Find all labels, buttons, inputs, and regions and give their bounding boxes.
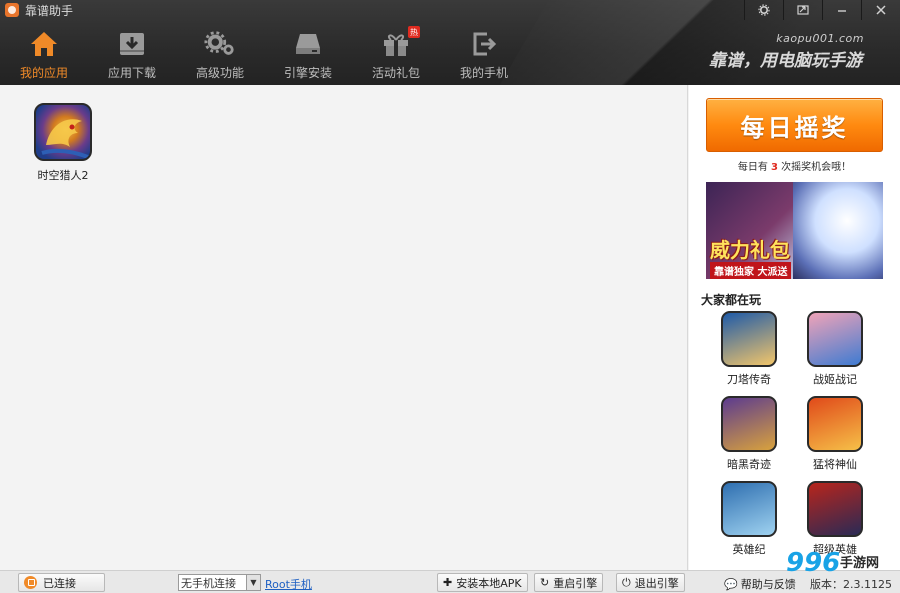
nav-label: 我的手机 (459, 66, 508, 80)
device-select-value: 无手机连接 (181, 576, 236, 590)
right-sidebar: 每日摇奖 每日有 3 次摇奖机会哦！ 威力礼包 靠谱独家 大派送 大家都在玩 刀… (689, 85, 900, 570)
restart-engine-label: 重启引擎 (553, 576, 598, 590)
refresh-icon: ↻ (540, 576, 550, 589)
lottery-note: 每日有 3 次摇奖机会哦！ (706, 158, 883, 173)
close-button[interactable] (861, 0, 900, 20)
root-phone-link[interactable]: Root手机 (265, 576, 312, 592)
app-logo-icon (5, 3, 19, 17)
minimize-icon (838, 10, 846, 12)
nav-engine-install[interactable]: 引擎安装 (264, 24, 352, 85)
popular-game-name: 猛将神仙 (813, 458, 857, 471)
popular-game-item[interactable]: 刀塔传奇 (709, 311, 789, 387)
install-apk-label: 安装本地APK (456, 576, 522, 590)
gear-icon (758, 4, 770, 16)
app-tile[interactable]: 时空猎人2 (30, 103, 96, 183)
popular-game-name: 英雄纪 (732, 543, 766, 556)
window-controls (744, 0, 900, 20)
power-icon: ⏻ (622, 575, 631, 589)
gift-banner[interactable]: 威力礼包 靠谱独家 大派送 (706, 182, 883, 279)
nav-my-phone[interactable]: 我的手机 (440, 24, 528, 85)
nav-activity-gift[interactable]: 热 活动礼包 (352, 24, 440, 85)
popular-game-item[interactable]: 暗黑奇迹 (709, 396, 789, 472)
banner-title: 威力礼包 (710, 238, 790, 262)
popular-game-name: 刀塔传奇 (727, 373, 771, 386)
popular-game-item[interactable]: 英雄纪 (709, 481, 789, 557)
game-icon (807, 481, 863, 537)
dragon-game-icon (34, 103, 92, 161)
popular-section-title: 大家都在玩 (701, 293, 762, 307)
nav-label: 高级功能 (195, 66, 244, 80)
exit-engine-button[interactable]: ⏻ 退出引擎 (616, 573, 685, 592)
game-icon (807, 311, 863, 367)
version-text: 版本：2.3.1125 (810, 578, 892, 591)
lottery-note-prefix: 每日有 (737, 162, 768, 173)
exit-icon (468, 28, 500, 60)
banner-subtitle: 靠谱独家 大派送 (710, 262, 792, 279)
nav-label: 应用下载 (107, 66, 156, 80)
popular-game-item[interactable]: 猛将神仙 (795, 396, 875, 472)
game-icon (721, 481, 777, 537)
main-nav: 我的应用 应用下载 高级功能 引擎安装 热 活动礼包 我的手机 (0, 24, 528, 85)
nav-label: 引擎安装 (283, 66, 332, 80)
lottery-button-label: 每日摇奖 (740, 113, 849, 142)
connection-status-button[interactable]: 已连接 (18, 573, 105, 592)
popular-game-item[interactable]: 超级英雄 (795, 481, 875, 557)
chat-icon: 💬 (724, 577, 738, 591)
lottery-note-suffix: 次摇奖机会哦！ (781, 162, 852, 173)
hot-badge: 热 (408, 26, 420, 38)
mini-mode-icon (797, 5, 809, 15)
my-apps-panel: 时空猎人2 (0, 85, 688, 570)
connection-label: 已连接 (43, 576, 76, 590)
title-bar: 靠谱助手 (0, 0, 600, 20)
popular-game-item[interactable]: 战姬战记 (795, 311, 875, 387)
nav-advanced[interactable]: 高级功能 (176, 24, 264, 85)
popular-game-name: 暗黑奇迹 (727, 458, 771, 471)
nav-my-apps[interactable]: 我的应用 (0, 24, 88, 85)
game-icon (721, 396, 777, 452)
banner-character-art (793, 182, 883, 279)
connection-icon (24, 576, 37, 589)
home-icon (28, 28, 60, 60)
brand-slogan: 靠谱，用电脑玩手游 (709, 51, 862, 71)
restart-engine-button[interactable]: ↻ 重启引擎 (534, 573, 604, 592)
drive-icon (292, 28, 324, 60)
device-select[interactable]: 无手机连接 ▼ (178, 574, 261, 591)
app-header: 靠谱助手 我的应用 应用下载 高级功能 引擎安装 热 活动礼包 我的手机 kao… (0, 0, 900, 85)
install-apk-button[interactable]: ✚ 安装本地APK (437, 573, 528, 592)
gears-icon (204, 28, 236, 60)
close-icon (876, 5, 886, 15)
nav-label: 活动礼包 (371, 66, 420, 80)
daily-lottery-button[interactable]: 每日摇奖 (706, 98, 883, 152)
game-icon (721, 311, 777, 367)
nav-app-download[interactable]: 应用下载 (88, 24, 176, 85)
download-icon (116, 28, 148, 60)
help-feedback-link[interactable]: 💬 帮助与反馈 (724, 576, 796, 592)
nav-label: 我的应用 (19, 66, 68, 80)
lottery-count: 3 (771, 162, 778, 173)
popular-game-name: 超级英雄 (813, 543, 857, 556)
plus-icon: ✚ (443, 576, 453, 589)
mini-mode-button[interactable] (783, 0, 822, 20)
popular-game-name: 战姬战记 (813, 373, 857, 386)
feedback-label: 帮助与反馈 (740, 578, 796, 591)
minimize-button[interactable] (822, 0, 861, 20)
app-title: 靠谱助手 (25, 3, 74, 18)
app-name: 时空猎人2 (37, 169, 89, 182)
brand-url: kaopu001.com (776, 32, 864, 45)
game-icon (807, 396, 863, 452)
settings-button[interactable] (744, 0, 783, 20)
exit-engine-label: 退出引擎 (634, 576, 679, 590)
chevron-down-icon: ▼ (246, 575, 260, 590)
status-bar: 已连接 无手机连接 ▼ Root手机 ✚ 安装本地APK ↻ 重启引擎 ⏻ 退出… (0, 570, 900, 593)
